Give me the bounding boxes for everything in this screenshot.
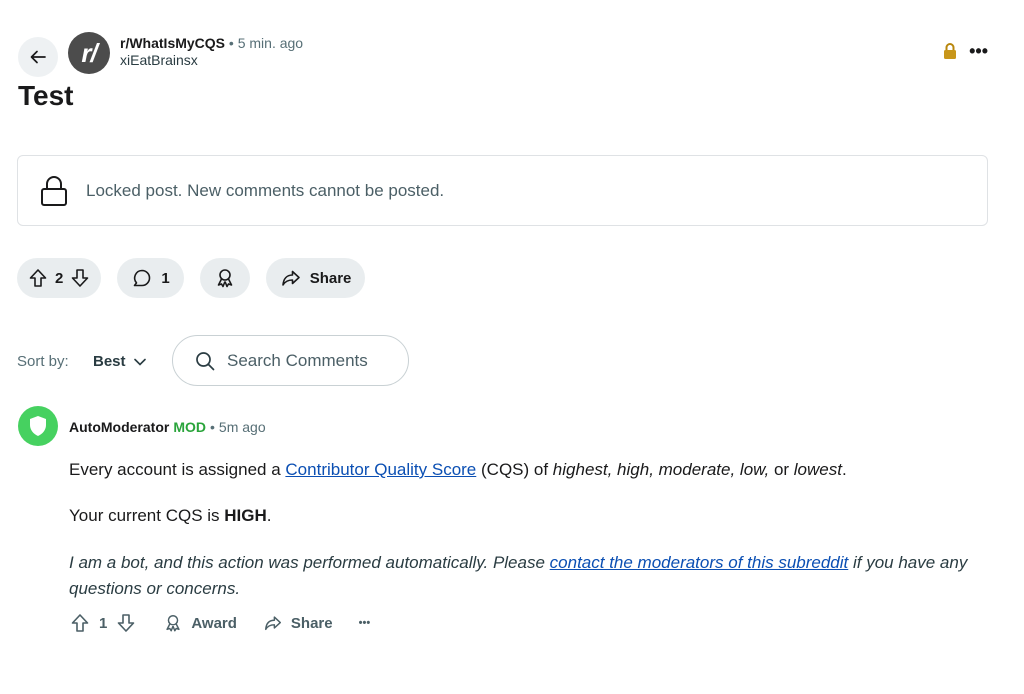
vote-control: 2: [17, 258, 102, 298]
comment-upvote-icon[interactable]: [69, 612, 91, 634]
comment-controls: Sort by: Best: [17, 335, 417, 387]
text-segment: lowest: [793, 460, 842, 479]
locked-banner: Locked post. New comments cannot be post…: [17, 155, 988, 226]
post-score: 2: [55, 269, 64, 287]
comment-meta: AutoModerator MOD • 5m ago: [69, 419, 266, 435]
text-segment: Your current CQS is: [69, 506, 225, 525]
text-segment: (CQS) of: [476, 460, 553, 479]
search-comments-input[interactable]: [227, 350, 397, 371]
comment-more-label: •••: [358, 617, 371, 629]
text-segment: highest, high, moderate, low,: [552, 460, 770, 479]
locked-message: Locked post. New comments cannot be post…: [86, 180, 445, 200]
shield-icon: [30, 416, 46, 436]
share-button[interactable]: Share: [265, 258, 366, 298]
comment-more-button[interactable]: •••: [359, 617, 371, 629]
comments-button[interactable]: 1: [117, 258, 184, 298]
comment-paragraph-3: I am a bot, and this action was performe…: [69, 550, 969, 602]
comment-score: 1: [99, 614, 108, 632]
comment-count: 1: [161, 269, 170, 287]
cqs-link[interactable]: Contributor Quality Score: [285, 460, 476, 479]
text-segment: I am a bot, and this action was performe…: [69, 553, 550, 572]
text-segment: .: [841, 460, 847, 479]
upvote-icon[interactable]: [27, 267, 49, 289]
comment-vote-control: 1: [69, 612, 137, 634]
lock-outline-icon: [41, 175, 67, 206]
text-segment: or: [769, 460, 794, 479]
text-segment: Every account is assigned a: [69, 460, 286, 479]
share-label: Share: [309, 269, 352, 287]
subreddit-name[interactable]: r/WhatIsMyCQS: [120, 35, 225, 51]
arrow-left-icon: [30, 50, 46, 64]
award-button[interactable]: [199, 258, 250, 298]
share-icon: [281, 270, 300, 286]
comment-separator: •: [210, 419, 215, 435]
comment-award-label: Award: [191, 614, 237, 632]
award-icon: [217, 269, 232, 288]
lock-icon: [944, 43, 957, 59]
comment-paragraph-1: Every account is assigned a Contributor …: [69, 458, 969, 482]
comment-paragraph-2: Your current CQS is HIGH.: [69, 504, 969, 528]
meta-separator: •: [228, 35, 234, 51]
comment-time: 5m ago: [218, 419, 266, 435]
sort-value: Best: [93, 353, 126, 370]
comment-search[interactable]: [172, 335, 409, 386]
mod-badge: MOD: [173, 419, 206, 435]
cqs-value: HIGH: [224, 506, 267, 525]
comment-body: Every account is assigned a Contributor …: [69, 458, 969, 624]
back-button[interactable]: [18, 37, 58, 77]
comment-downvote-icon[interactable]: [115, 612, 137, 634]
sort-label: Sort by:: [17, 353, 69, 370]
sort-dropdown[interactable]: Best: [93, 353, 146, 370]
chevron-down-icon: [133, 358, 146, 366]
downvote-icon[interactable]: [69, 267, 91, 289]
post-time: 5 min. ago: [237, 35, 304, 51]
comment-bubble-icon: [134, 269, 151, 287]
comment-share-button[interactable]: Share: [263, 613, 333, 633]
post-author[interactable]: xiEatBrainsx: [120, 52, 303, 68]
award-icon: [166, 615, 180, 632]
search-icon: [196, 351, 215, 370]
subreddit-avatar[interactable]: r/: [68, 32, 110, 74]
text-segment: .: [266, 506, 272, 525]
contact-moderators-link[interactable]: contact the moderators of this subreddit: [550, 553, 849, 572]
comment-action-bar: 1 Award Share •••: [69, 612, 370, 634]
post-header: r/ r/WhatIsMyCQS • 5 min. ago xiEatBrain…: [18, 30, 988, 77]
comment-author[interactable]: AutoModerator: [69, 419, 169, 435]
header-actions: •••: [943, 42, 988, 60]
post-action-bar: 2 1 Share: [17, 258, 366, 298]
post-title: Test: [18, 80, 74, 111]
post-more-button[interactable]: •••: [969, 42, 988, 60]
comment-award-button[interactable]: Award: [163, 613, 237, 633]
share-icon: [264, 616, 281, 631]
automoderator-avatar[interactable]: [18, 406, 58, 446]
comment-share-label: Share: [290, 614, 333, 632]
post-meta: r/WhatIsMyCQS • 5 min. ago xiEatBrainsx: [120, 34, 303, 68]
